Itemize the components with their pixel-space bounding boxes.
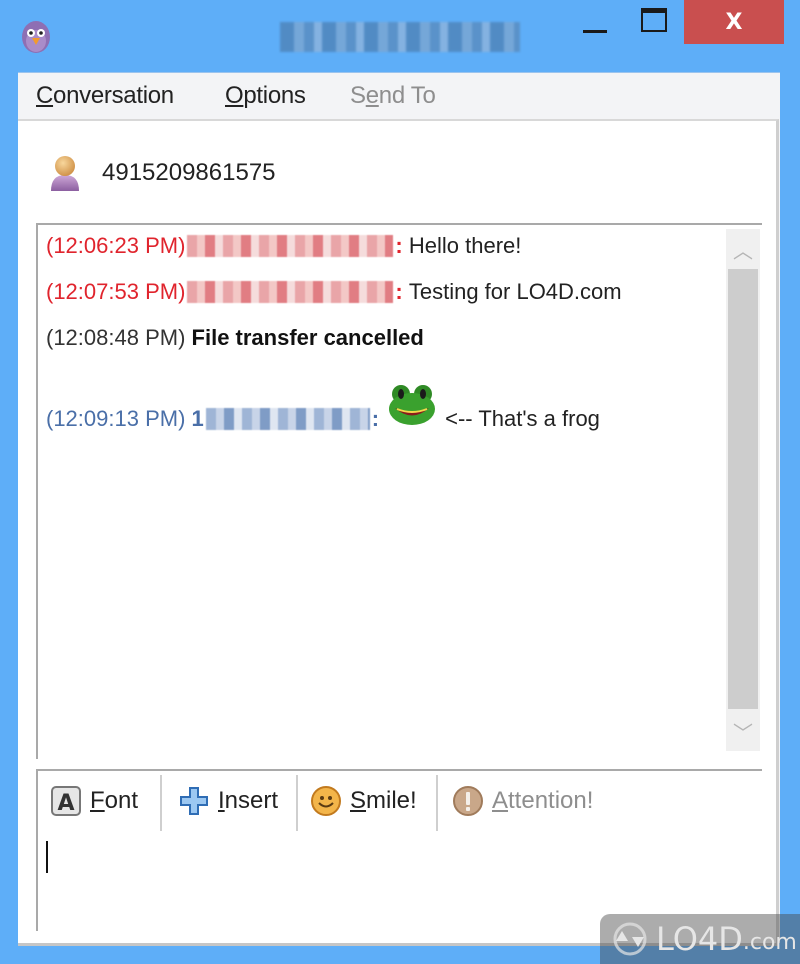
- title-bar: 4915209861575 X: [0, 0, 800, 72]
- message-row: (12:06:23 PM) : Hello there!: [46, 233, 521, 259]
- message-log: (12:06:23 PM) : Hello there! (12:07:53 P…: [36, 223, 762, 759]
- message-timestamp: (12:06:23 PM): [46, 233, 186, 258]
- scroll-up-button[interactable]: ︿: [726, 229, 760, 269]
- buddy-header: 4915209861575: [48, 151, 276, 195]
- menu-label: nd To: [378, 82, 436, 109]
- message-row: (12:09:13 PM) 1: <-- That's a frog: [46, 385, 600, 441]
- text-caret: [46, 841, 48, 873]
- attention-icon: [453, 786, 483, 816]
- sender-colon: :: [395, 279, 403, 304]
- button-label: mile!: [366, 787, 417, 814]
- minimize-button[interactable]: [566, 0, 624, 46]
- message-text: Testing for LO4D.com: [408, 279, 622, 304]
- button-mnemonic: F: [90, 787, 105, 814]
- button-label: ttention!: [508, 787, 594, 814]
- sender-name-blurred: [205, 408, 370, 430]
- format-toolbar: A Font Insert Smile! A ttention!: [36, 769, 762, 833]
- scroll-thumb[interactable]: [728, 269, 758, 709]
- menu-bar: Conversation Options Send To: [18, 73, 780, 119]
- lo4d-logo-icon: [613, 922, 647, 956]
- insert-button[interactable]: Insert: [178, 771, 278, 831]
- menu-send-to[interactable]: Send To: [350, 82, 436, 110]
- menu-label: onversation: [53, 82, 174, 109]
- sender-colon: :: [395, 233, 403, 258]
- window-client: Conversation Options Send To 49152098615…: [18, 72, 780, 946]
- conversation-panel: 4915209861575 (12:06:23 PM) : Hello ther…: [18, 119, 779, 946]
- message-timestamp: (12:08:48 PM): [46, 325, 186, 350]
- menu-options[interactable]: Options: [225, 82, 306, 110]
- smile-button[interactable]: Smile!: [310, 771, 417, 831]
- plus-icon: [180, 787, 208, 815]
- toolbar-divider: [160, 775, 162, 831]
- log-scrollbar[interactable]: ︿ ﹀: [726, 229, 760, 751]
- button-label: ont: [104, 787, 139, 814]
- message-row: (12:08:48 PM) File transfer cancelled: [46, 325, 424, 351]
- menu-mnemonic: O: [225, 82, 244, 109]
- close-button[interactable]: X: [684, 0, 784, 44]
- sender-name-blurred: [187, 235, 394, 257]
- toolbar-divider: [296, 775, 298, 831]
- chevron-down-icon: ﹀: [733, 720, 753, 745]
- system-message: File transfer cancelled: [191, 325, 424, 350]
- sender-name-blurred: [187, 281, 394, 303]
- button-mnemonic: I: [218, 787, 225, 814]
- message-text: Hello there!: [408, 233, 522, 258]
- scroll-down-button[interactable]: ﹀: [726, 711, 760, 751]
- button-mnemonic: A: [492, 787, 509, 814]
- pidgin-app-icon[interactable]: [18, 16, 54, 54]
- minimize-icon: [583, 29, 607, 33]
- svg-text:A: A: [57, 791, 74, 816]
- toolbar-divider: [436, 775, 438, 831]
- attention-button[interactable]: Attention!: [452, 771, 593, 831]
- lo4d-watermark: LO4D .com: [600, 914, 800, 964]
- sender-prefix: 1: [191, 406, 204, 431]
- frog-emoticon-icon: [389, 385, 436, 425]
- message-timestamp: (12:07:53 PM): [46, 279, 186, 304]
- watermark-text: LO4D: [656, 920, 743, 958]
- message-timestamp: (12:09:13 PM): [46, 406, 186, 431]
- maximize-icon: [641, 8, 667, 32]
- window-title: 4915209861575: [280, 22, 520, 52]
- message-text: <-- That's a frog: [445, 406, 600, 431]
- chevron-up-icon: ︿: [733, 238, 753, 263]
- close-icon: X: [725, 9, 743, 35]
- buddy-name: 4915209861575: [102, 159, 276, 186]
- menu-conversation[interactable]: Conversation: [36, 82, 174, 110]
- menu-label: S: [350, 82, 366, 109]
- menu-label: ptions: [243, 82, 306, 109]
- message-row: (12:07:53 PM) : Testing for LO4D.com: [46, 279, 622, 305]
- button-label: nsert: [224, 787, 279, 814]
- menu-mnemonic: e: [365, 82, 379, 109]
- maximize-button[interactable]: [626, 0, 682, 46]
- sender-colon: :: [371, 406, 380, 431]
- font-icon: A: [51, 786, 81, 816]
- font-button[interactable]: A Font: [50, 771, 138, 831]
- watermark-suffix: .com: [742, 929, 797, 955]
- button-mnemonic: S: [350, 787, 367, 814]
- smiley-icon: [311, 786, 341, 816]
- user-icon: [51, 156, 79, 191]
- menu-mnemonic: C: [36, 82, 54, 109]
